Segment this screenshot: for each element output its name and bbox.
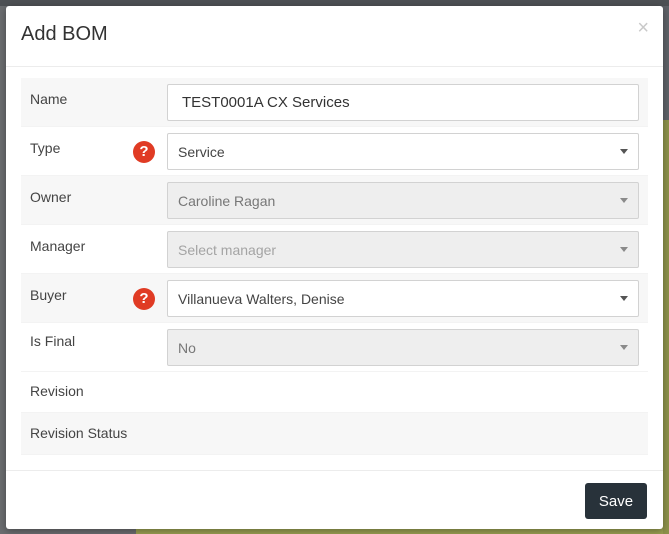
form-row-revision-status: Revision Status bbox=[21, 413, 648, 455]
buyer-label: Buyer bbox=[30, 287, 67, 303]
type-select-value: Service bbox=[178, 143, 225, 160]
name-input[interactable]: TEST0001A CX Services bbox=[167, 84, 639, 121]
owner-select-value: Caroline Ragan bbox=[178, 192, 276, 209]
caret-down-icon bbox=[620, 296, 628, 301]
buyer-select-value: Villanueva Walters, Denise bbox=[178, 290, 345, 307]
buyer-select[interactable]: Villanueva Walters, Denise bbox=[167, 280, 639, 317]
close-icon[interactable]: × bbox=[637, 18, 649, 38]
type-label: Type bbox=[30, 140, 61, 156]
manager-select-placeholder: Select manager bbox=[178, 241, 277, 258]
caret-down-icon bbox=[620, 149, 628, 154]
form-row-is-final: Is Final No bbox=[21, 323, 648, 372]
owner-select: Caroline Ragan bbox=[167, 182, 639, 219]
manager-select: Select manager bbox=[167, 231, 639, 268]
modal-header: Add BOM × bbox=[6, 6, 663, 67]
modal-footer: Save bbox=[6, 470, 663, 530]
is-final-label: Is Final bbox=[30, 333, 76, 349]
question-circle-icon[interactable]: ? bbox=[133, 288, 155, 310]
form-row-buyer: Buyer ? Villanueva Walters, Denise bbox=[21, 274, 648, 323]
caret-down-icon bbox=[620, 198, 628, 203]
manager-label: Manager bbox=[30, 238, 86, 254]
add-bom-modal: Add BOM × Name TEST0001A CX Services Typ… bbox=[6, 6, 663, 529]
owner-label: Owner bbox=[30, 189, 72, 205]
caret-down-icon bbox=[620, 247, 628, 252]
is-final-select: No bbox=[167, 329, 639, 366]
type-select[interactable]: Service bbox=[167, 133, 639, 170]
revision-status-label: Revision Status bbox=[30, 425, 128, 441]
question-circle-icon[interactable]: ? bbox=[133, 141, 155, 163]
caret-down-icon bbox=[620, 345, 628, 350]
form-row-owner: Owner Caroline Ragan bbox=[21, 176, 648, 225]
background-highlight-edge bbox=[663, 120, 669, 534]
save-button[interactable]: Save bbox=[585, 483, 647, 519]
name-label: Name bbox=[30, 91, 68, 107]
form-row-name: Name TEST0001A CX Services bbox=[21, 78, 648, 127]
bom-form: Name TEST0001A CX Services Type ? Servic… bbox=[21, 78, 648, 455]
revision-label: Revision bbox=[30, 383, 84, 399]
form-row-manager: Manager Select manager bbox=[21, 225, 648, 274]
form-row-type: Type ? Service bbox=[21, 127, 648, 176]
modal-title: Add BOM bbox=[21, 23, 108, 45]
form-row-revision: Revision bbox=[21, 372, 648, 413]
is-final-select-value: No bbox=[178, 339, 196, 356]
